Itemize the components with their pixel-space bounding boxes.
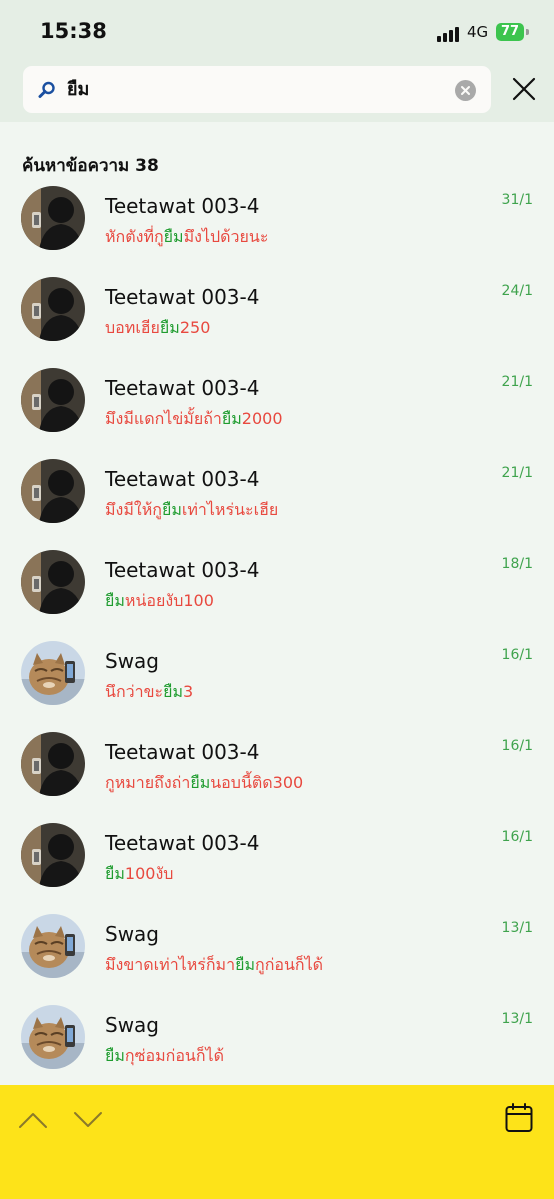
result-row[interactable]: Teetawat 003-4 หักตังที่กูยืมมึงไปด้วยนะ 3…	[0, 173, 554, 264]
snippet-highlight: ยืม	[221, 409, 242, 428]
message-snippet: ยืมกุซ่อมก่อนก็ได้	[105, 1044, 224, 1069]
result-row[interactable]: Teetawat 003-4 ยืมหน่อยงับ100 18/1	[0, 537, 554, 628]
snippet-text: 100งับ	[124, 864, 174, 883]
results-list: Teetawat 003-4 หักตังที่กูยืมมึงไปด้วยนะ 3…	[0, 173, 554, 1083]
avatar	[21, 1005, 85, 1069]
search-box[interactable]	[23, 66, 491, 113]
contact-name: Swag	[105, 922, 160, 946]
result-row[interactable]: Teetawat 003-4 กูหมายถึงถ่ายืมนอบนี้ติด30…	[0, 719, 554, 810]
avatar	[21, 368, 85, 432]
chevron-down-icon[interactable]	[73, 1111, 103, 1129]
result-row[interactable]: Swag นึกว่าขะยืม3 16/1	[0, 628, 554, 719]
snippet-text: มึงมีให้กู	[105, 500, 162, 519]
snippet-text: มึงมีแดกไข่มั้ยถ้า	[105, 409, 222, 428]
snippet-text: กุซ่อมก่อนก็ได้	[124, 1046, 224, 1065]
message-date: 21/1	[501, 465, 533, 481]
contact-name: Teetawat 003-4	[105, 194, 260, 218]
message-snippet: นึกว่าขะยืม3	[105, 680, 193, 705]
message-snippet: มึงมีให้กูยืมเท่าไหร่นะเฮีย	[105, 498, 278, 523]
result-row[interactable]: Teetawat 003-4 มึงมีให้กูยืมเท่าไหร่นะเฮี…	[0, 446, 554, 537]
chevron-up-icon[interactable]	[18, 1111, 48, 1129]
message-snippet: หักตังที่กูยืมมึงไปด้วยนะ	[105, 225, 268, 250]
status-time: 15:38	[40, 19, 107, 43]
avatar	[21, 732, 85, 796]
battery-level: 77	[500, 24, 520, 39]
avatar	[21, 823, 85, 887]
contact-name: Teetawat 003-4	[105, 285, 260, 309]
battery-icon: 77	[496, 23, 524, 41]
contact-name: Teetawat 003-4	[105, 740, 260, 764]
avatar	[21, 641, 85, 705]
contact-name: Swag	[105, 1013, 160, 1037]
network-type: 4G	[467, 23, 489, 41]
snippet-text: มึงขาดเท่าไหร่ก็มา	[105, 955, 236, 974]
status-bar: 15:38 4G 77	[0, 0, 554, 62]
snippet-highlight: ยืม	[105, 864, 125, 883]
snippet-text: นึกว่าขะ	[105, 682, 164, 701]
snippet-text: บอทเฮีย	[105, 318, 160, 337]
avatar	[21, 459, 85, 523]
snippet-text: 250	[179, 318, 211, 337]
snippet-text: กูหมายถึงถ่า	[105, 773, 191, 792]
message-date: 16/1	[501, 647, 533, 663]
message-snippet: กูหมายถึงถ่ายืมนอบนี้ติด300	[105, 771, 303, 796]
message-date: 24/1	[501, 283, 533, 299]
close-icon[interactable]	[511, 76, 537, 102]
result-row[interactable]: Teetawat 003-4 ยืม100งับ 16/1	[0, 810, 554, 901]
snippet-text: หน่อยงับ100	[124, 591, 214, 610]
snippet-text: เท่าไหร่นะเฮีย	[181, 500, 279, 519]
message-snippet: ยืม100งับ	[105, 862, 173, 887]
snippet-highlight: ยืม	[163, 682, 184, 701]
contact-name: Swag	[105, 649, 160, 673]
message-date: 18/1	[501, 556, 533, 572]
contact-name: Teetawat 003-4	[105, 558, 260, 582]
signal-icon	[437, 26, 463, 42]
result-row[interactable]: Swag มึงขาดเท่าไหร่ก็มายืมกูก่อนก็ได้ 13/1	[0, 901, 554, 992]
battery-tip	[526, 29, 529, 35]
snippet-highlight: ยืม	[235, 955, 255, 974]
message-snippet: บอทเฮียยืม250	[105, 316, 210, 341]
snippet-highlight: ยืม	[159, 318, 180, 337]
message-snippet: มึงมีแดกไข่มั้ยถ้ายืม2000	[105, 407, 283, 432]
avatar	[21, 914, 85, 978]
snippet-text: นอบนี้ติด300	[210, 773, 304, 792]
result-row[interactable]: Teetawat 003-4 บอทเฮียยืม250 24/1	[0, 264, 554, 355]
snippet-highlight: ยืม	[161, 500, 182, 519]
snippet-text: 2000	[241, 409, 283, 428]
contact-name: Teetawat 003-4	[105, 467, 260, 491]
search-input[interactable]	[67, 78, 447, 99]
result-row[interactable]: Swag ยืมกุซ่อมก่อนก็ได้ 13/1	[0, 992, 554, 1083]
snippet-text: หักตังที่กู	[105, 227, 164, 246]
avatar	[21, 550, 85, 614]
message-date: 13/1	[501, 1011, 533, 1027]
message-date: 21/1	[501, 374, 533, 390]
message-snippet: ยืมหน่อยงับ100	[105, 589, 214, 614]
snippet-text: 3	[183, 682, 194, 701]
contact-name: Teetawat 003-4	[105, 831, 260, 855]
snippet-highlight: ยืม	[163, 227, 184, 246]
search-icon	[38, 81, 55, 98]
message-date: 31/1	[501, 192, 533, 208]
snippet-highlight: ยืม	[190, 773, 211, 792]
bottom-bar	[0, 1085, 554, 1199]
result-row[interactable]: Teetawat 003-4 มึงมีแดกไข่มั้ยถ้ายืม2000 2…	[0, 355, 554, 446]
avatar	[21, 277, 85, 341]
clear-icon[interactable]	[455, 80, 476, 101]
snippet-text: กูก่อนก็ได้	[255, 955, 324, 974]
message-date: 16/1	[501, 829, 533, 845]
snippet-highlight: ยืม	[105, 591, 125, 610]
snippet-text: มึงไปด้วยนะ	[183, 227, 269, 246]
message-date: 13/1	[501, 920, 533, 936]
search-header	[0, 62, 554, 122]
contact-name: Teetawat 003-4	[105, 376, 260, 400]
snippet-highlight: ยืม	[105, 1046, 125, 1065]
calendar-icon[interactable]	[505, 1103, 533, 1133]
message-date: 16/1	[501, 738, 533, 754]
avatar	[21, 186, 85, 250]
message-snippet: มึงขาดเท่าไหร่ก็มายืมกูก่อนก็ได้	[105, 953, 323, 978]
